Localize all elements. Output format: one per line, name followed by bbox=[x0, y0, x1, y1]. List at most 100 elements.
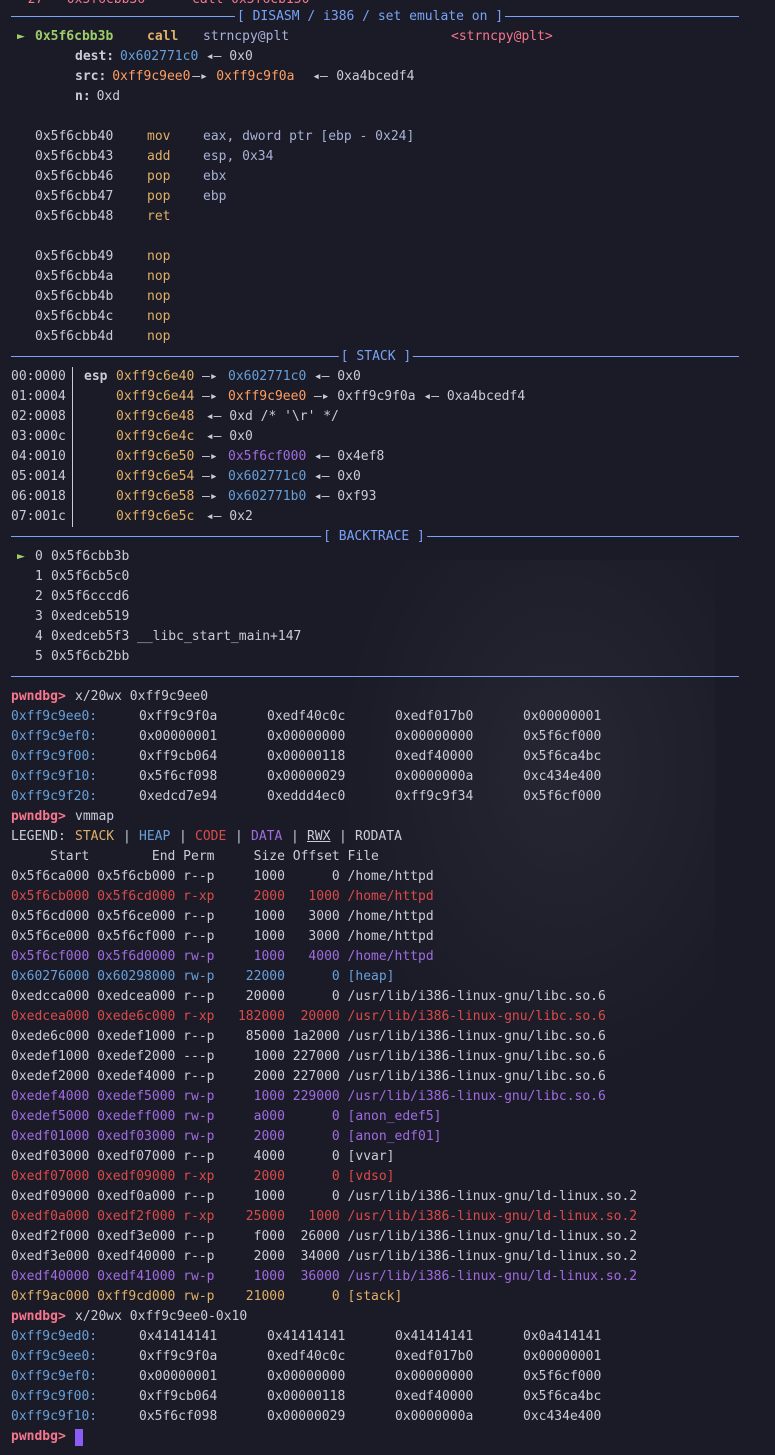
frame-address: 0x5f6cccd6 bbox=[51, 589, 130, 604]
frame-number: 3 bbox=[35, 609, 43, 624]
vmmap-entry: 0xedef2000 0xedef4000 r--p 2000 227000 /… bbox=[11, 1069, 606, 1084]
dump-word: 0xc434e400 bbox=[523, 769, 602, 784]
dump-word: 0xeddd4ec0 bbox=[267, 789, 346, 804]
stack-address: 0xff9c6e48 bbox=[116, 409, 195, 424]
dump-word: 0xedf40c0c bbox=[267, 1349, 346, 1364]
frame-address: 0x5f6cb2bb bbox=[51, 649, 130, 664]
frame-marker-icon bbox=[17, 587, 25, 607]
stack-offset: 03:000c bbox=[11, 429, 66, 444]
dump-word: 0xff9c9f34 bbox=[395, 789, 474, 804]
stack-address: 0xff9c6e5c bbox=[116, 509, 195, 524]
stack-offset: 05:0014 bbox=[11, 469, 66, 484]
vmmap-entry: 0xedf09000 0xedf0a000 r--p 1000 0 /usr/l… bbox=[11, 1189, 638, 1204]
pointer-arrow-icon: —▸ bbox=[202, 449, 218, 464]
legend-sep: | bbox=[179, 829, 187, 844]
dump-word: 0xedcd7e94 bbox=[139, 789, 218, 804]
stack-offset: 01:0004 bbox=[11, 389, 66, 404]
stack-divider bbox=[72, 367, 73, 527]
arg-final-value: 0xa4bcedf4 bbox=[336, 69, 415, 84]
dump-word: 0xff9c9f0a bbox=[139, 709, 218, 724]
pointer-arrow-icon: —▸ bbox=[202, 469, 218, 484]
frame-symbol: __libc_start_main+147 bbox=[137, 629, 302, 644]
instruction-address: 0x5f6cbb40 bbox=[35, 129, 114, 144]
stack-tail: ◂— 0x4ef8 bbox=[306, 449, 385, 464]
dump-word: 0x00000001 bbox=[139, 729, 218, 744]
legend-prefix: LEGEND: bbox=[11, 829, 66, 844]
dump-word: 0x0a414141 bbox=[523, 1329, 602, 1344]
stack-value: 0x602771c0 bbox=[228, 369, 307, 384]
vmmap-entry: 0x5f6ce000 0x5f6cf000 r--p 1000 3000 /ho… bbox=[11, 929, 434, 944]
instruction-opcode: nop bbox=[147, 269, 171, 284]
instruction-opcode: nop bbox=[147, 249, 171, 264]
instruction-opcode: add bbox=[147, 149, 171, 164]
dump-word: 0x00000001 bbox=[139, 1369, 218, 1384]
dump-word: 0x00000118 bbox=[267, 1389, 346, 1404]
dump-address: 0xff9c9ed0: bbox=[11, 1329, 98, 1344]
dump-word: 0x5f6cf000 bbox=[523, 789, 602, 804]
dump-word: 0x0000000a bbox=[395, 769, 474, 784]
legend-code: CODE bbox=[195, 829, 227, 844]
frame-number: 4 bbox=[35, 629, 43, 644]
vmmap-entry: 0xedef5000 0xedeff000 rw-p a000 0 [anon_… bbox=[11, 1109, 442, 1124]
dump-word: 0xedf40c0c bbox=[267, 709, 346, 724]
legend-data: DATA bbox=[251, 829, 283, 844]
instruction-address: 0x5f6cbb47 bbox=[35, 189, 114, 204]
stack-value: 0x602771b0 bbox=[228, 489, 307, 504]
dump-word: 0x5f6cf000 bbox=[523, 729, 602, 744]
frame-number: 5 bbox=[35, 649, 43, 664]
terminal-window[interactable]: 27 0x5f6cbb36 call 0x5f6cb150[ DISASM / … bbox=[0, 0, 775, 1455]
stack-tail: ◂— 0x0 bbox=[198, 429, 253, 444]
dump-word: 0xedf40000 bbox=[395, 749, 474, 764]
stack-value: 0x602771c0 bbox=[228, 469, 307, 484]
value-arrow-icon: ◂— bbox=[312, 69, 328, 84]
vmmap-entry: 0xede6c000 0xedef1000 r--p 85000 1a2000 … bbox=[11, 1029, 606, 1044]
stack-tail: ◂— 0x2 bbox=[198, 509, 253, 524]
pointer-arrow-icon: —▸ bbox=[202, 489, 218, 504]
stack-offset: 07:001c bbox=[11, 509, 66, 524]
disasm-separator-label: [ DISASM / i386 / set emulate on ] bbox=[234, 7, 506, 27]
stack-address: 0xff9c6e4c bbox=[116, 429, 195, 444]
vmmap-entry: 0xedf2f000 0xedf3e000 r--p f000 26000 /u… bbox=[11, 1229, 638, 1244]
legend-rwx: RWX bbox=[307, 829, 331, 844]
arg-deref-value: 0xff9c9f0a bbox=[216, 69, 295, 84]
dump-word: 0xc434e400 bbox=[523, 1409, 602, 1424]
vmmap-entry: 0xedf01000 0xedf03000 rw-p 2000 0 [anon_… bbox=[11, 1129, 442, 1144]
arg-value: 0x602771c0 bbox=[120, 49, 199, 64]
arg-value: 0xff9c9ee0 bbox=[112, 69, 191, 84]
instruction-address: 0x5f6cbb4c bbox=[35, 309, 114, 324]
arg-name: dest: bbox=[75, 49, 115, 64]
disasm-separator: [ DISASM / i386 / set emulate on ] bbox=[11, 7, 739, 27]
instruction-opcode: ret bbox=[147, 209, 171, 224]
instruction-opcode: nop bbox=[147, 309, 171, 324]
prompt-label: pwndbg> bbox=[11, 689, 66, 704]
dump-word: 0x00000000 bbox=[267, 1369, 346, 1384]
current-address: 0x5f6cbb3b bbox=[35, 29, 114, 44]
instruction-address: 0x5f6cbb48 bbox=[35, 209, 114, 224]
pointer-arrow-icon: —▸ bbox=[202, 389, 218, 404]
dump-word: 0x0000000a bbox=[395, 1409, 474, 1424]
stack-separator-label: [ STACK ] bbox=[338, 347, 414, 367]
pointer-arrow-icon: —▸ bbox=[202, 369, 218, 384]
dump-word: 0xedf017b0 bbox=[395, 709, 474, 724]
dump-address: 0xff9c9f10: bbox=[11, 1409, 98, 1424]
stack-offset: 00:0000 bbox=[11, 369, 66, 384]
frame-address: 0xedceb5f3 bbox=[51, 629, 130, 644]
instruction-opcode: pop bbox=[147, 169, 171, 184]
dump-word: 0x00000000 bbox=[267, 729, 346, 744]
legend-sep: | bbox=[339, 829, 347, 844]
dump-word: 0xff9cb064 bbox=[139, 1389, 218, 1404]
dump-address: 0xff9c9ee0: bbox=[11, 1349, 98, 1364]
instruction-address: 0x5f6cbb4a bbox=[35, 269, 114, 284]
frame-marker-icon bbox=[17, 567, 25, 587]
dump-word: 0x00000001 bbox=[523, 1349, 602, 1364]
current-arrow-icon: ► bbox=[17, 29, 25, 44]
cursor-input[interactable] bbox=[75, 1429, 83, 1446]
stack-tail: —▸ 0xff9c9f0a ◂— 0xa4bcedf4 bbox=[306, 389, 526, 404]
frame-address: 0xedceb519 bbox=[51, 609, 130, 624]
stack-address: 0xff9c6e40 bbox=[116, 369, 195, 384]
dump-word: 0x5f6cf000 bbox=[523, 1369, 602, 1384]
instruction-address: 0x5f6cbb49 bbox=[35, 249, 114, 264]
dump-word: 0x00000029 bbox=[267, 1409, 346, 1424]
dump-address: 0xff9c9ef0: bbox=[11, 1369, 98, 1384]
vmmap-entry: 0xedcca000 0xedcea000 r--p 20000 0 /usr/… bbox=[11, 989, 606, 1004]
